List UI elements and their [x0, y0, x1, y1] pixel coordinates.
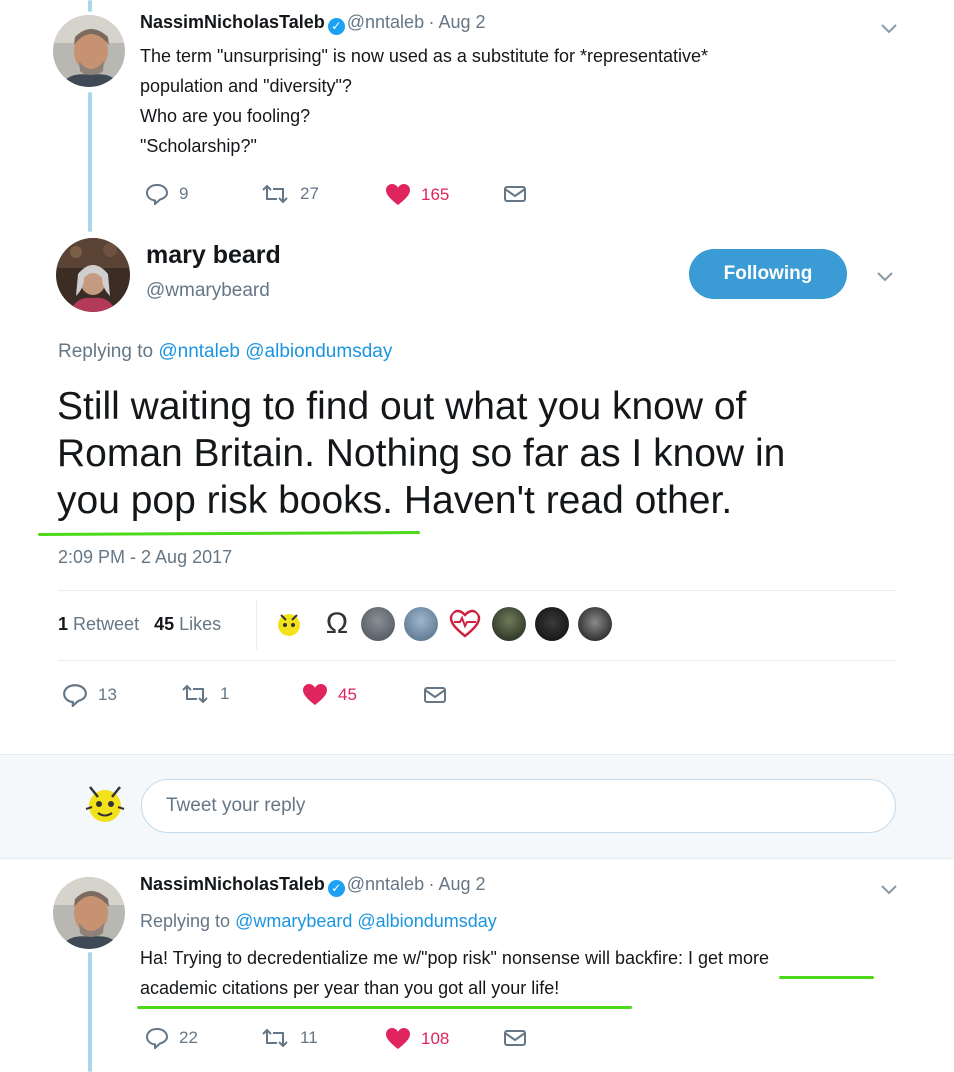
likes-stat-count: 45 [154, 614, 175, 634]
replying-prefix: Replying to [58, 341, 154, 362]
like-count: 165 [421, 185, 450, 204]
liker-avatar[interactable] [492, 607, 526, 641]
retweet-count: 1 [220, 684, 230, 703]
heart-icon [386, 1028, 410, 1049]
retweet-button[interactable]: 27 [260, 183, 319, 205]
envelope-icon [424, 687, 446, 703]
envelope-icon [504, 1030, 526, 1046]
likes-stat[interactable]: 45 Likes [154, 614, 221, 634]
dm-button[interactable] [503, 1028, 537, 1048]
chevron-down-icon[interactable] [876, 879, 902, 899]
thread-line-1 [88, 92, 92, 232]
thread-line-3 [88, 952, 92, 1072]
tweet-text-line: Ha! Trying to decredentialize me w/"pop … [140, 948, 770, 968]
retweet-button[interactable]: 1 [180, 683, 229, 705]
heart-icon [386, 184, 410, 205]
tweet1-header: NassimNicholasTaleb ✓ @nntaleb · Aug 2 [140, 12, 486, 35]
tweet-text-line: you pop risk books. Haven't read other. [57, 479, 733, 522]
reply-count: 13 [98, 685, 117, 704]
retweet-icon [262, 1028, 288, 1048]
author-name[interactable]: NassimNicholasTaleb [140, 874, 325, 894]
liker-avatar[interactable] [361, 607, 395, 641]
dm-button[interactable] [503, 184, 537, 204]
author-handle[interactable]: @nntaleb [347, 874, 424, 894]
following-button[interactable]: Following [689, 249, 847, 299]
liker-avatar[interactable]: Ω [320, 607, 354, 641]
reply-count: 9 [179, 184, 189, 203]
liker-avatar[interactable] [535, 607, 569, 641]
tweet-text-line: The term "unsurprising" is now used as a… [140, 46, 709, 66]
like-button[interactable]: 108 [385, 1027, 449, 1051]
reply-count: 22 [179, 1028, 198, 1047]
tweet-date[interactable]: · Aug 2 [429, 12, 486, 32]
tweet-text-line: population and "diversity"? [140, 76, 352, 96]
like-count: 45 [338, 685, 357, 704]
tweet1-text: The term "unsurprising" is now used as a… [140, 41, 860, 161]
replying-to: Replying to @wmarybeard @albiondumsday [140, 911, 497, 932]
highlight-underline [137, 1006, 632, 1009]
reply-button[interactable]: 9 [145, 183, 188, 205]
liker-avatar[interactable] [404, 607, 438, 641]
verified-badge-icon: ✓ [327, 880, 345, 897]
retweet-stat-label: Retweet [73, 614, 140, 634]
tweet-text-line: academic citations per year than you got… [140, 978, 560, 998]
avatar-nntaleb[interactable] [53, 877, 125, 949]
verified-badge-icon: ✓ [327, 18, 345, 35]
envelope-icon [504, 186, 526, 202]
avatar-nntaleb[interactable] [53, 15, 125, 87]
chevron-down-icon[interactable] [876, 18, 902, 38]
reply-icon [63, 684, 87, 707]
like-button[interactable]: 165 [385, 183, 449, 207]
tweet3-text: Ha! Trying to decredentialize me w/"pop … [140, 943, 769, 1003]
liker-avatar[interactable] [578, 607, 612, 641]
main-author-name[interactable]: mary beard [146, 241, 281, 270]
engagement-stats: 1 Retweet 45 Likes [58, 614, 221, 635]
replying-handles[interactable]: @wmarybeard @albiondumsday [235, 911, 497, 931]
tweet-text-line: Still waiting to find out what you know … [57, 385, 747, 428]
replying-handles[interactable]: @nntaleb @albiondumsday [158, 341, 392, 362]
retweet-button[interactable]: 11 [260, 1027, 318, 1049]
liker-avatar[interactable] [272, 607, 306, 641]
stats-separator [256, 600, 257, 650]
main-tweet-text: Still waiting to find out what you know … [57, 383, 785, 524]
tweet3-header: NassimNicholasTaleb ✓ @nntaleb · Aug 2 [140, 874, 486, 897]
reply-input[interactable]: Tweet your reply [141, 779, 896, 833]
divider [58, 660, 896, 661]
like-button[interactable]: 45 [302, 683, 357, 707]
author-handle[interactable]: @nntaleb [347, 12, 424, 32]
reply-icon [145, 1027, 169, 1049]
retweet-stat[interactable]: 1 Retweet [58, 614, 139, 634]
replying-prefix: Replying to [140, 911, 231, 931]
retweet-icon [262, 184, 288, 204]
highlight-underline [37, 530, 421, 537]
retweet-count: 11 [300, 1028, 318, 1047]
tweet-text-line: Roman Britain. Nothing so far as I know … [57, 432, 786, 475]
thread-line-top [88, 0, 92, 12]
liker-avatar[interactable] [448, 607, 482, 641]
tweet-text-line: Who are you fooling? [140, 106, 311, 126]
replying-to: Replying to @nntaleb @albiondumsday [58, 341, 392, 363]
chevron-down-icon[interactable] [872, 266, 898, 286]
likes-stat-label: Likes [179, 614, 222, 634]
retweet-icon [182, 684, 208, 704]
tweet-text-line: "Scholarship?" [140, 136, 257, 156]
tweet-timestamp[interactable]: 2:09 PM - 2 Aug 2017 [58, 547, 232, 568]
highlight-underline [779, 976, 874, 979]
divider [58, 590, 896, 591]
retweet-stat-count: 1 [58, 614, 69, 634]
author-name[interactable]: NassimNicholasTaleb [140, 12, 325, 32]
retweet-count: 27 [300, 184, 319, 203]
main-author-handle[interactable]: @wmarybeard [146, 280, 270, 302]
current-user-avatar[interactable] [80, 779, 130, 829]
reply-button[interactable]: 22 [145, 1027, 198, 1049]
avatar-wmarybeard[interactable] [56, 238, 130, 312]
dm-button[interactable] [423, 685, 457, 705]
heart-icon [303, 684, 327, 705]
tweet-date[interactable]: · Aug 2 [429, 874, 486, 894]
reply-icon [145, 183, 169, 205]
like-count: 108 [421, 1029, 450, 1048]
reply-button[interactable]: 13 [62, 683, 117, 707]
